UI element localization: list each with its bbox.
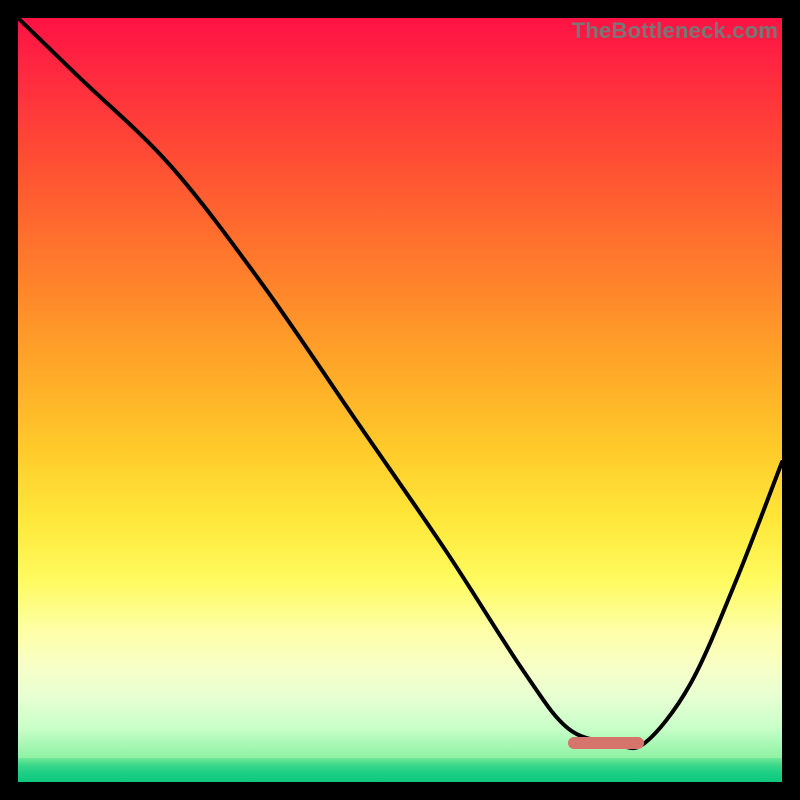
trough-marker: [568, 737, 644, 749]
heat-gradient: [18, 18, 782, 758]
plot-area: TheBottleneck.com: [18, 18, 782, 782]
baseline-band: [18, 758, 782, 782]
chart-frame: TheBottleneck.com: [0, 0, 800, 800]
